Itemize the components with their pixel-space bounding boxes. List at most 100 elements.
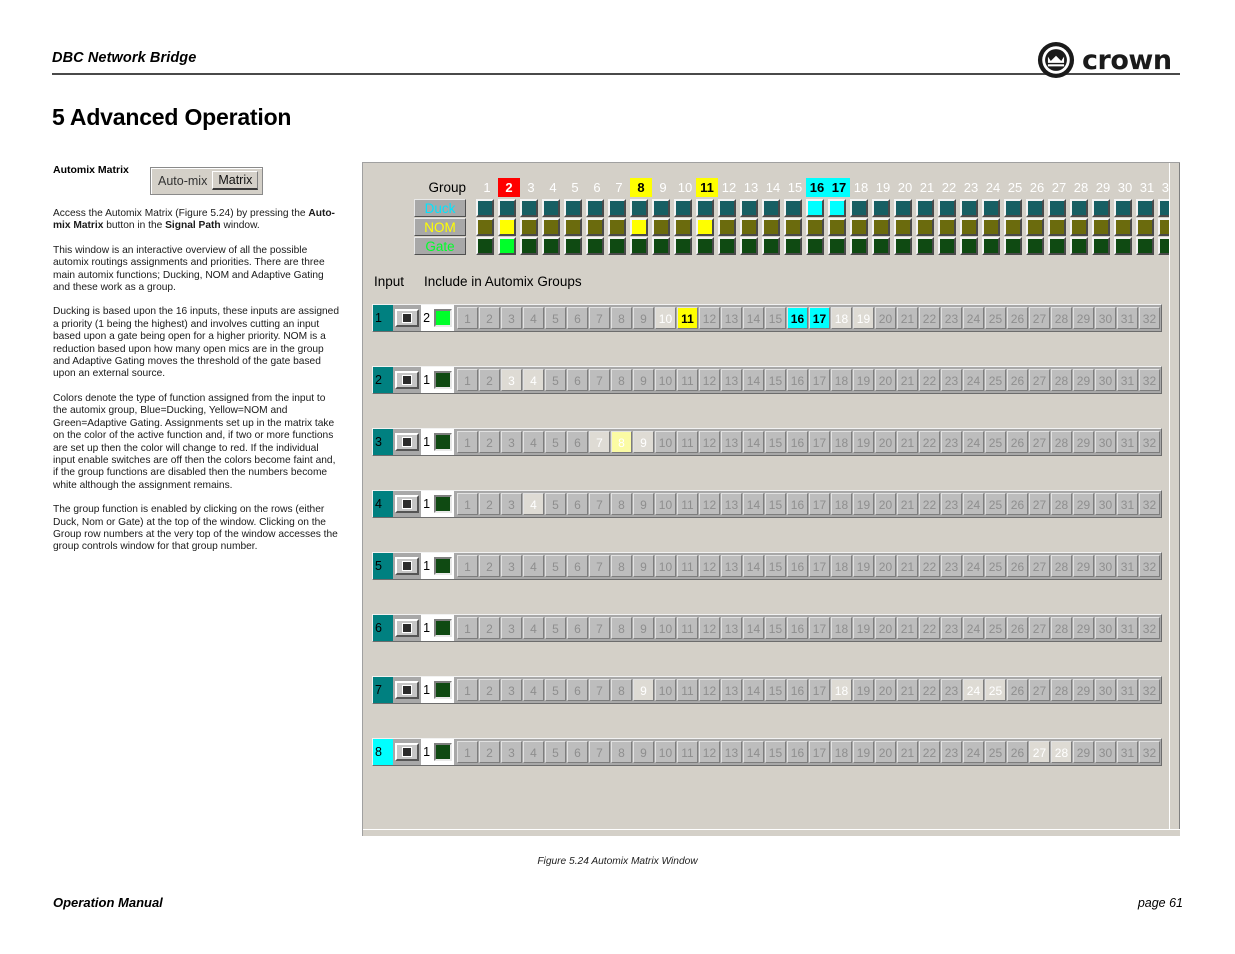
matrix-cell-in8-grp9[interactable]: 9 — [632, 741, 654, 763]
group-number-17[interactable]: 17 — [828, 178, 850, 197]
function-cell-nom-15[interactable] — [784, 218, 802, 236]
function-cell-nom-13[interactable] — [740, 218, 758, 236]
input-enable-switch-1[interactable] — [394, 309, 419, 327]
input-priority-5[interactable]: 1 — [420, 553, 433, 579]
matrix-cell-in8-grp17[interactable]: 17 — [808, 741, 830, 763]
matrix-cell-in7-grp13[interactable]: 13 — [720, 679, 742, 701]
matrix-cell-in2-grp5[interactable]: 5 — [544, 369, 566, 391]
matrix-cell-in1-grp12[interactable]: 12 — [698, 307, 720, 329]
matrix-cell-in8-grp12[interactable]: 12 — [698, 741, 720, 763]
function-cell-gate-19[interactable] — [872, 237, 890, 255]
group-number-13[interactable]: 13 — [740, 178, 762, 197]
function-cell-nom-5[interactable] — [564, 218, 582, 236]
group-number-12[interactable]: 12 — [718, 178, 740, 197]
function-cell-duck-14[interactable] — [762, 199, 780, 217]
matrix-cell-in7-grp11[interactable]: 11 — [676, 679, 698, 701]
matrix-cell-in7-grp27[interactable]: 27 — [1028, 679, 1050, 701]
function-cell-duck-28[interactable] — [1070, 199, 1088, 217]
matrix-cell-in1-grp22[interactable]: 22 — [918, 307, 940, 329]
matrix-cell-in2-grp13[interactable]: 13 — [720, 369, 742, 391]
matrix-cell-in5-grp17[interactable]: 17 — [808, 555, 830, 577]
matrix-cell-in4-grp7[interactable]: 7 — [588, 493, 610, 515]
function-cell-duck-26[interactable] — [1026, 199, 1044, 217]
matrix-cell-in3-grp30[interactable]: 30 — [1094, 431, 1116, 453]
function-cell-duck-31[interactable] — [1136, 199, 1154, 217]
matrix-cell-in6-grp28[interactable]: 28 — [1050, 617, 1072, 639]
matrix-cell-in6-grp21[interactable]: 21 — [896, 617, 918, 639]
matrix-cell-in5-grp30[interactable]: 30 — [1094, 555, 1116, 577]
matrix-cell-in4-grp31[interactable]: 31 — [1116, 493, 1138, 515]
function-cell-duck-12[interactable] — [718, 199, 736, 217]
matrix-cell-in2-grp25[interactable]: 25 — [984, 369, 1006, 391]
matrix-cell-in8-grp8[interactable]: 8 — [610, 741, 632, 763]
matrix-cell-in4-grp1[interactable]: 1 — [456, 493, 478, 515]
function-cell-gate-1[interactable] — [476, 237, 494, 255]
function-cell-duck-15[interactable] — [784, 199, 802, 217]
matrix-cell-in4-grp27[interactable]: 27 — [1028, 493, 1050, 515]
function-cell-gate-22[interactable] — [938, 237, 956, 255]
matrix-cell-in2-grp15[interactable]: 15 — [764, 369, 786, 391]
matrix-cell-in2-grp28[interactable]: 28 — [1050, 369, 1072, 391]
matrix-cell-in5-grp28[interactable]: 28 — [1050, 555, 1072, 577]
matrix-cell-in2-grp7[interactable]: 7 — [588, 369, 610, 391]
matrix-cell-in4-grp4[interactable]: 4 — [522, 493, 544, 515]
matrix-cell-in4-grp15[interactable]: 15 — [764, 493, 786, 515]
matrix-cell-in1-grp10[interactable]: 10 — [654, 307, 676, 329]
function-cell-duck-10[interactable] — [674, 199, 692, 217]
input-enable-switch-8[interactable] — [394, 743, 419, 761]
function-cell-nom-8[interactable] — [630, 218, 648, 236]
input-gate-led-5[interactable] — [434, 557, 453, 575]
matrix-cell-in1-grp1[interactable]: 1 — [456, 307, 478, 329]
function-cell-gate-15[interactable] — [784, 237, 802, 255]
matrix-cell-in3-grp1[interactable]: 1 — [456, 431, 478, 453]
function-cell-nom-4[interactable] — [542, 218, 560, 236]
function-cell-gate-26[interactable] — [1026, 237, 1044, 255]
matrix-cell-in6-grp18[interactable]: 18 — [830, 617, 852, 639]
matrix-cell-in5-grp2[interactable]: 2 — [478, 555, 500, 577]
matrix-cell-in5-grp1[interactable]: 1 — [456, 555, 478, 577]
matrix-cell-in7-grp8[interactable]: 8 — [610, 679, 632, 701]
matrix-cell-in3-grp2[interactable]: 2 — [478, 431, 500, 453]
matrix-cell-in6-grp7[interactable]: 7 — [588, 617, 610, 639]
matrix-cell-in6-grp10[interactable]: 10 — [654, 617, 676, 639]
matrix-cell-in7-grp2[interactable]: 2 — [478, 679, 500, 701]
matrix-cell-in4-grp17[interactable]: 17 — [808, 493, 830, 515]
matrix-cell-in7-grp32[interactable]: 32 — [1138, 679, 1160, 701]
matrix-cell-in6-grp4[interactable]: 4 — [522, 617, 544, 639]
function-cell-duck-20[interactable] — [894, 199, 912, 217]
matrix-cell-in2-grp6[interactable]: 6 — [566, 369, 588, 391]
function-cell-nom-11[interactable] — [696, 218, 714, 236]
matrix-cell-in2-grp11[interactable]: 11 — [676, 369, 698, 391]
matrix-cell-in3-grp26[interactable]: 26 — [1006, 431, 1028, 453]
matrix-cell-in4-grp2[interactable]: 2 — [478, 493, 500, 515]
function-cell-gate-4[interactable] — [542, 237, 560, 255]
function-cell-gate-14[interactable] — [762, 237, 780, 255]
input-priority-3[interactable]: 1 — [420, 429, 433, 455]
matrix-cell-in4-grp29[interactable]: 29 — [1072, 493, 1094, 515]
group-number-6[interactable]: 6 — [586, 178, 608, 197]
function-cell-nom-14[interactable] — [762, 218, 780, 236]
function-cell-gate-13[interactable] — [740, 237, 758, 255]
matrix-cell-in4-grp28[interactable]: 28 — [1050, 493, 1072, 515]
matrix-cell-in7-grp4[interactable]: 4 — [522, 679, 544, 701]
matrix-cell-in6-grp9[interactable]: 9 — [632, 617, 654, 639]
function-cell-gate-20[interactable] — [894, 237, 912, 255]
matrix-cell-in8-grp7[interactable]: 7 — [588, 741, 610, 763]
matrix-cell-in3-grp28[interactable]: 28 — [1050, 431, 1072, 453]
function-cell-duck-27[interactable] — [1048, 199, 1066, 217]
matrix-cell-in2-grp17[interactable]: 17 — [808, 369, 830, 391]
matrix-cell-in3-grp10[interactable]: 10 — [654, 431, 676, 453]
matrix-cell-in8-grp32[interactable]: 32 — [1138, 741, 1160, 763]
group-number-21[interactable]: 21 — [916, 178, 938, 197]
matrix-cell-in4-grp32[interactable]: 32 — [1138, 493, 1160, 515]
matrix-cell-in8-grp31[interactable]: 31 — [1116, 741, 1138, 763]
matrix-cell-in7-grp12[interactable]: 12 — [698, 679, 720, 701]
matrix-cell-in5-grp3[interactable]: 3 — [500, 555, 522, 577]
group-number-11[interactable]: 11 — [696, 178, 718, 197]
matrix-cell-in5-grp11[interactable]: 11 — [676, 555, 698, 577]
input-gate-led-1[interactable] — [434, 309, 453, 327]
matrix-cell-in2-grp26[interactable]: 26 — [1006, 369, 1028, 391]
function-cell-gate-23[interactable] — [960, 237, 978, 255]
matrix-cell-in6-grp32[interactable]: 32 — [1138, 617, 1160, 639]
matrix-cell-in6-grp15[interactable]: 15 — [764, 617, 786, 639]
